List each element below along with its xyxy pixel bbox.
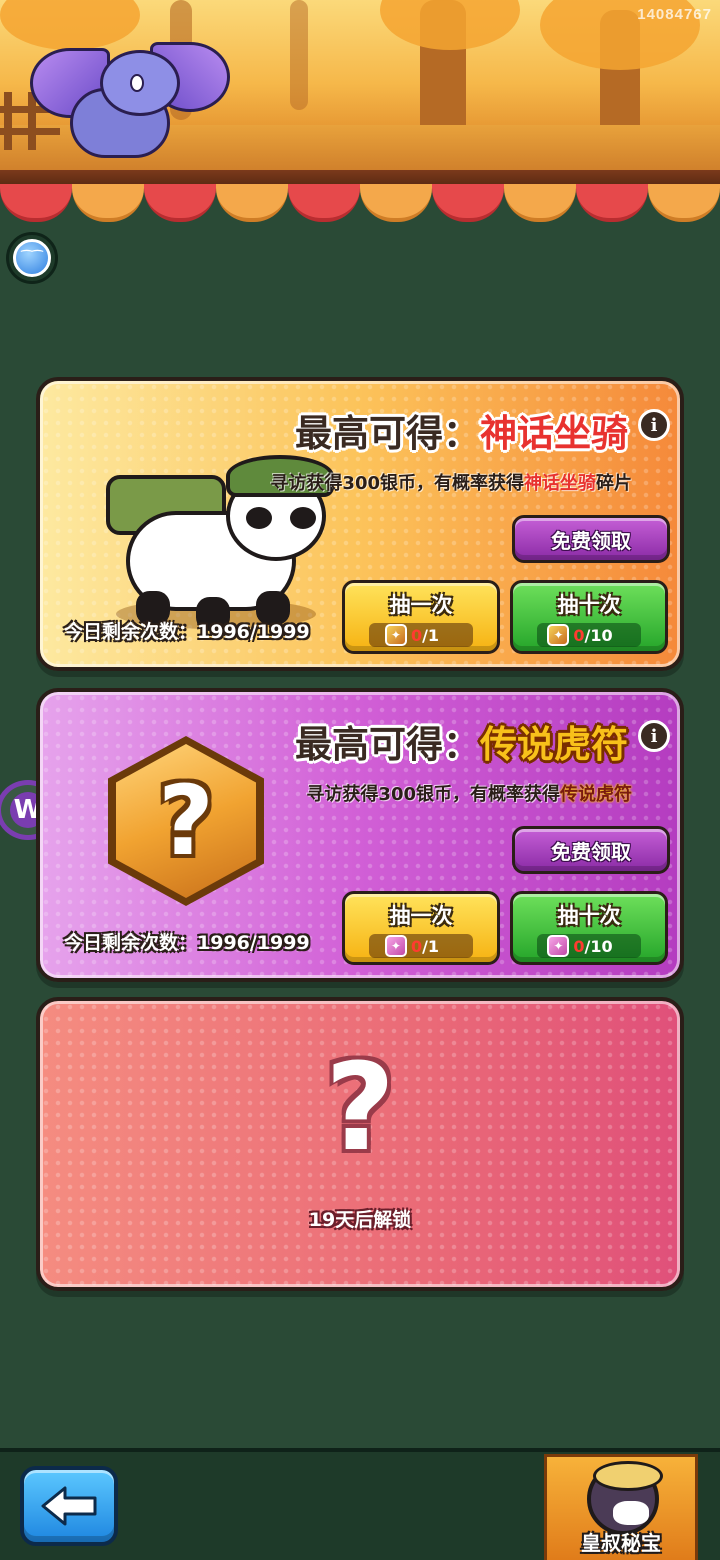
draw-ticket-icon: ✦ xyxy=(547,935,570,957)
mystery-hexagon-art: ? xyxy=(108,736,264,906)
gacha-card-locked: ? 19天后解锁 xyxy=(36,997,684,1291)
draw-ticket-icon: ✦ xyxy=(384,624,407,646)
cost-bar: ✦ 0/10 xyxy=(537,623,641,647)
back-button[interactable] xyxy=(20,1466,118,1546)
draw-ten-button[interactable]: 抽十次 ✦ 0/10 xyxy=(510,580,668,654)
card-title: 最高可得：神话坐骑 xyxy=(295,412,628,455)
unlock-countdown: 19天后解锁 xyxy=(308,1209,412,1231)
draw-ticket-icon: ✦ xyxy=(547,624,570,646)
scalloped-awning xyxy=(0,184,720,224)
winged-elephant-mascot xyxy=(30,38,230,168)
cost-bar: ✦ 0/1 xyxy=(369,934,473,958)
free-claim-button[interactable]: 免费领取 xyxy=(512,515,670,563)
card-title: 最高可得：传说虎符 xyxy=(295,723,628,766)
remaining-count: 今日剩余次数：1996/1999 xyxy=(64,621,310,643)
elephant-eye xyxy=(130,74,144,92)
gacha-card-mythic-mount: 最高可得：神话坐骑 i 寻访获得300银币，有概率获得神话坐骑碎片 今日剩余次数… xyxy=(36,377,684,671)
question-mark-icon: ? xyxy=(325,1039,395,1178)
royal-uncle-treasure-button[interactable]: 皇叔秘宝 xyxy=(544,1454,698,1560)
info-icon[interactable]: i xyxy=(638,720,670,752)
user-id: 14084767 xyxy=(637,6,712,23)
card-description: 寻访获得300银币，有概率获得传说虎符 xyxy=(306,784,632,805)
back-arrow-icon xyxy=(41,1486,97,1526)
draw-ticket-icon: ✦ xyxy=(384,935,407,957)
cost-bar: ✦ 0/10 xyxy=(537,934,641,958)
tree-trunk xyxy=(290,0,308,110)
card-description: 寻访获得300银币，有概率获得神话坐骑碎片 xyxy=(270,473,632,494)
draw-once-button[interactable]: 抽一次 ✦ 0/1 xyxy=(342,891,500,965)
question-mark-icon: ? xyxy=(158,765,214,877)
draw-once-button[interactable]: 抽一次 ✦ 0/1 xyxy=(342,580,500,654)
foliage xyxy=(380,0,520,50)
chat-face-icon: ⁀⁀ xyxy=(13,239,51,277)
remaining-count: 今日剩余次数：1996/1999 xyxy=(64,932,310,954)
free-claim-button[interactable]: 免费领取 xyxy=(512,826,670,874)
gacha-card-legend-tally: ? 最高可得：传说虎符 i 寻访获得300银币，有概率获得传说虎符 今日剩余次数… xyxy=(36,688,684,982)
chat-button[interactable]: ⁀⁀ xyxy=(6,232,58,284)
forest-scene-banner: 14084767 xyxy=(0,0,720,185)
treasure-label: 皇叔秘宝 xyxy=(581,1531,661,1555)
info-icon[interactable]: i xyxy=(638,409,670,441)
cost-bar: ✦ 0/1 xyxy=(369,623,473,647)
uncle-character-icon xyxy=(587,1461,663,1535)
draw-ten-button[interactable]: 抽十次 ✦ 0/10 xyxy=(510,891,668,965)
